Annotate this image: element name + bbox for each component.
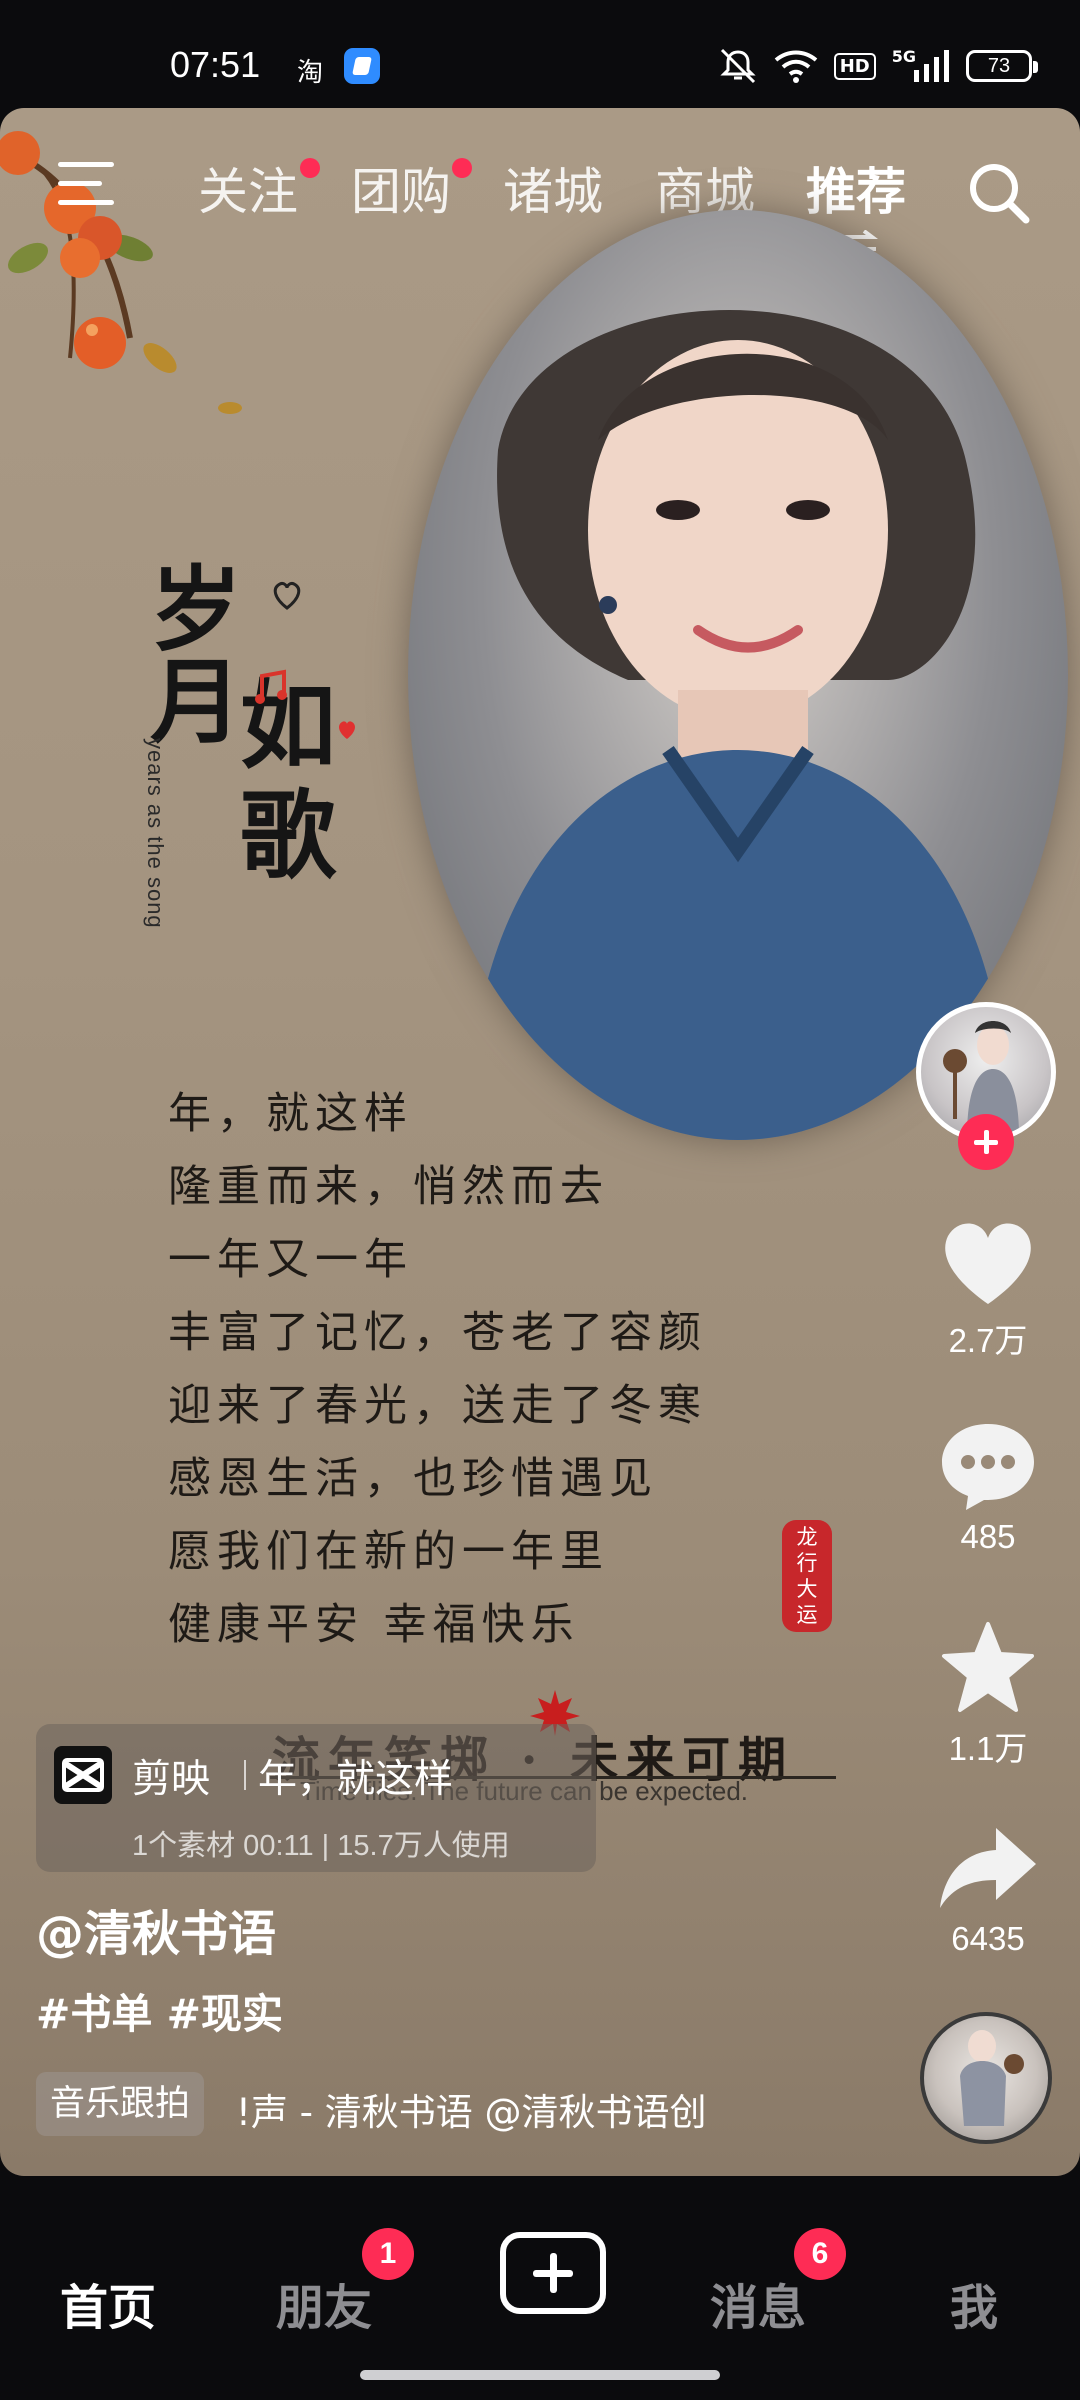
messages-badge: 6: [794, 2228, 846, 2280]
home-indicator: [360, 2370, 720, 2380]
comment-bubble-icon: [942, 1424, 1034, 1510]
heart-outline-decoration-icon: [273, 582, 301, 610]
poem-text: 年，就这样 隆重而来，悄然而去 一年又一年 丰富了记忆，苍老了容颜 迎来了春光，…: [168, 1078, 707, 1662]
tab-friends[interactable]: 朋友: [276, 2268, 372, 2338]
capcut-template-name: 年，就这样: [258, 1757, 454, 1802]
hd-indicator: HD: [833, 52, 876, 80]
capcut-template-card[interactable]: 剪映 年，就这样 1个素材 00:11 | 15.7万人使用: [36, 1724, 596, 1872]
friends-badge: 1: [362, 2228, 414, 2280]
star-icon: [942, 1622, 1034, 1712]
red-seal-stamp: 龙行大运: [782, 1520, 832, 1632]
tab-local-city[interactable]: 诸城: [503, 152, 603, 224]
share-arrow-icon: [940, 1828, 1036, 1908]
poem-line: 丰富了记忆，苍老了容颜: [168, 1308, 707, 1358]
taobao-notification-icon: 淘: [297, 58, 324, 88]
status-time: 07:51: [170, 44, 261, 85]
comment-count: 485: [960, 1518, 1016, 1555]
music-disc-avatar[interactable]: [920, 2012, 1052, 2144]
tab-me[interactable]: 我: [950, 2268, 998, 2338]
tab-group-buy[interactable]: 团购: [351, 152, 451, 224]
video-player[interactable]: 关注 团购 诸城 商城 推荐 岁 月 如 歌 years as the song…: [0, 108, 1080, 2176]
like-button[interactable]: 2.7万: [928, 1218, 1048, 1362]
wifi-icon: [774, 50, 817, 83]
music-note-decoration-icon: [255, 669, 287, 704]
signal-icon: [914, 50, 949, 82]
share-button[interactable]: 6435: [928, 1824, 1048, 1958]
poem-line: 迎来了春光，送走了冬寒: [168, 1381, 707, 1431]
heart-icon: [945, 1223, 1031, 1304]
poem-line: 感恩生活，也珍惜遇见: [168, 1454, 658, 1504]
mute-icon: [720, 48, 756, 84]
app-notification-icon: [344, 48, 380, 84]
capcut-app-name: 剪映: [132, 1757, 211, 1802]
battery-icon: 73: [966, 50, 1038, 82]
like-count: 2.7万: [948, 1322, 1028, 1359]
status-bar: 07:51 淘 HD 5G 73: [0, 0, 1080, 108]
portrait-illustration: [468, 310, 1008, 1140]
music-title-scroll[interactable]: !声 - 清秋书语 @清秋书语创: [236, 2082, 706, 2136]
poem-line: 年，就这样: [168, 1089, 413, 1139]
poem-line: 健康平安 幸福快乐: [168, 1600, 580, 1650]
music-follow-badge[interactable]: 音乐跟拍: [36, 2072, 205, 2136]
hashtags[interactable]: #书单 #现实: [36, 1980, 283, 2040]
follow-button[interactable]: [958, 1114, 1014, 1170]
poem-line: 一年又一年: [168, 1235, 413, 1285]
capcut-separator: [244, 1760, 246, 1790]
portrait-image: [408, 210, 1068, 1140]
author-name[interactable]: @清秋书语: [36, 1894, 276, 1964]
menu-icon[interactable]: [58, 162, 114, 206]
top-navigation: 关注 团购 诸城 商城 推荐: [0, 138, 1080, 256]
following-notification-dot: [300, 158, 320, 178]
heart-red-decoration-icon: [339, 721, 355, 739]
poem-line: 隆重而来，悄然而去: [168, 1162, 609, 1212]
group-buy-notification-dot: [452, 158, 472, 178]
tab-messages[interactable]: 消息: [710, 2268, 806, 2338]
tab-recommend[interactable]: 推荐: [806, 152, 906, 224]
music-row[interactable]: 音乐跟拍 !声 - 清秋书语 @清秋书语创: [36, 2072, 776, 2138]
tab-home[interactable]: 首页: [60, 2268, 156, 2338]
status-right-icons: HD 5G 73: [718, 46, 1038, 86]
bottom-tab-bar: 首页 朋友 1 消息 6 我: [0, 2176, 1080, 2400]
create-button[interactable]: [500, 2232, 606, 2314]
share-count: 6435: [951, 1920, 1025, 1957]
capcut-logo-icon: [54, 1746, 112, 1804]
capcut-template-meta: 1个素材 00:11 | 15.7万人使用: [132, 1830, 510, 1862]
poem-line: 愿我们在新的一年里: [168, 1527, 609, 1577]
music-disc-image: [960, 2030, 1024, 2126]
douyin-screen: 07:51 淘 HD 5G 73 关注 团购 诸城 商城 推荐 岁 月 如 歌 …: [0, 0, 1080, 2400]
favorite-count: 1.1万: [948, 1730, 1028, 1767]
comment-button[interactable]: 485: [928, 1420, 1048, 1556]
title-char-4: 歌: [240, 779, 336, 892]
favorite-button[interactable]: 1.1万: [928, 1620, 1048, 1770]
search-icon[interactable]: [966, 160, 1032, 226]
tab-following[interactable]: 关注: [198, 152, 298, 224]
title-english: years as the song: [143, 738, 168, 929]
5g-indicator: 5G: [891, 46, 916, 66]
